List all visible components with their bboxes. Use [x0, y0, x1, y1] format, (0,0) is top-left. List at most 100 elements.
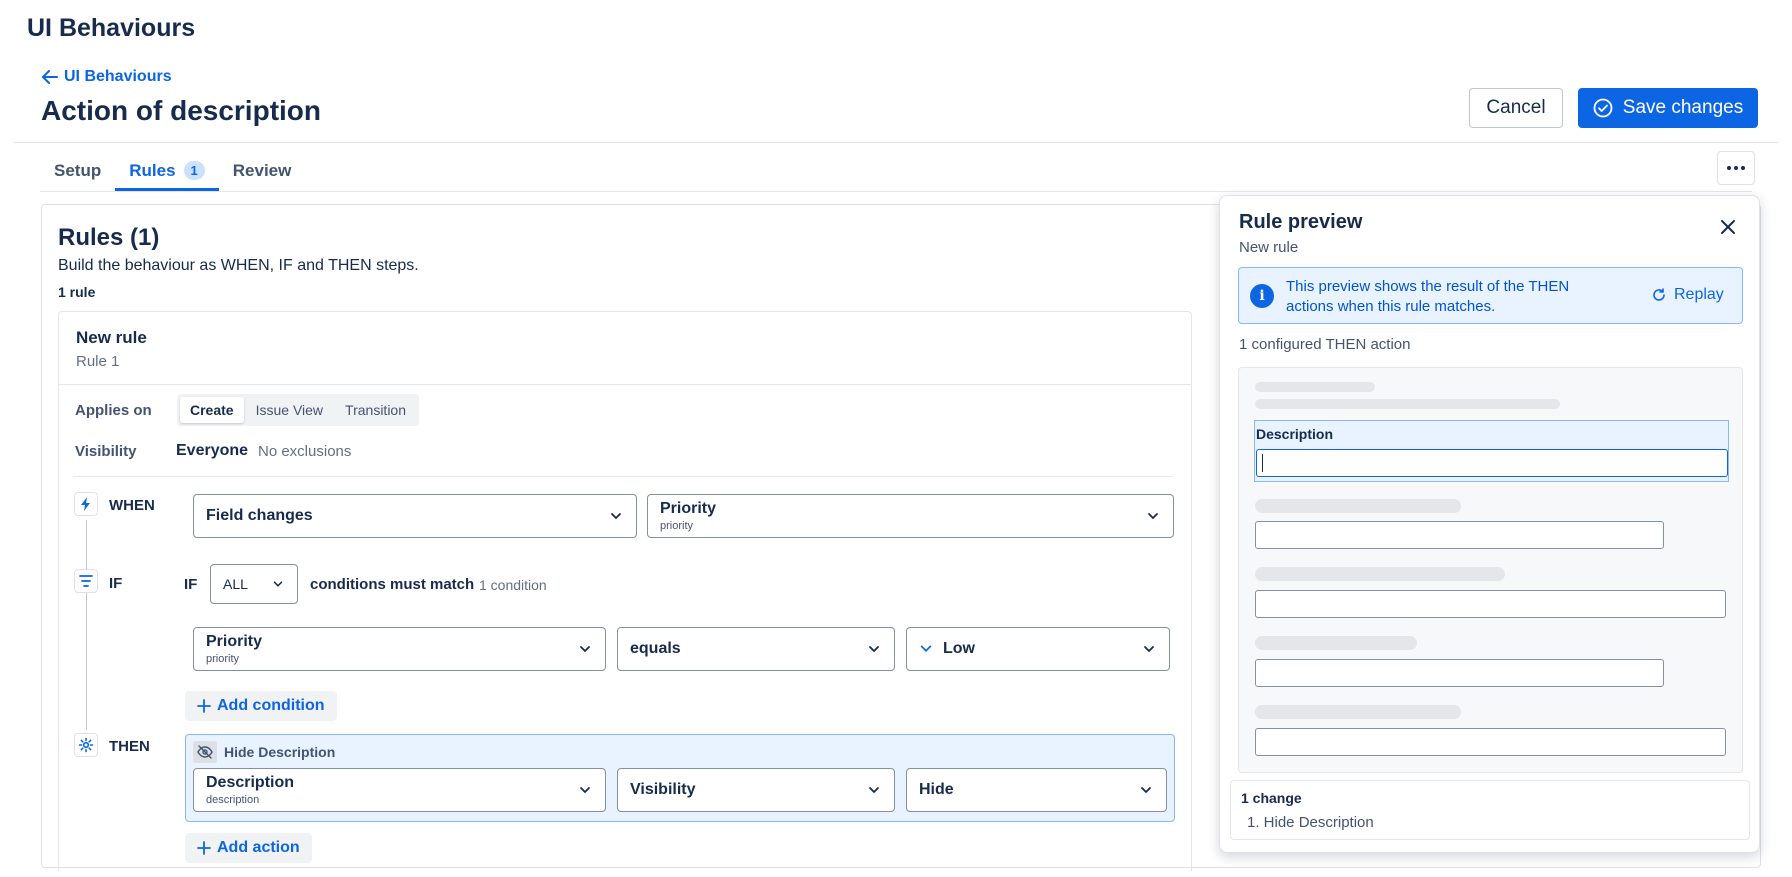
condition-field-name: Priority — [206, 633, 263, 650]
match-mode-value: ALL — [223, 576, 248, 592]
preview-description-label: Description — [1256, 426, 1334, 442]
condition-value-select[interactable]: Low — [906, 627, 1170, 671]
then-label: THEN — [109, 738, 150, 755]
tab-label: Review — [232, 160, 292, 180]
back-link[interactable]: UI Behaviours — [42, 68, 172, 86]
action-property-select[interactable]: Visibility — [617, 768, 895, 812]
more-horizontal-icon — [1727, 166, 1745, 170]
preview-subtitle: New rule — [1239, 239, 1299, 256]
skeleton-field — [1255, 728, 1726, 756]
match-text: conditions must match — [310, 576, 475, 593]
check-circle-icon — [1593, 98, 1613, 118]
changes-title: 1 change — [1241, 790, 1302, 806]
when-trigger-select[interactable]: Field changes — [193, 494, 637, 538]
preview-title: Rule preview — [1239, 211, 1363, 233]
tab-label: Rules — [129, 160, 176, 180]
changes-summary — [1230, 780, 1750, 840]
chevron-down-icon — [1141, 787, 1151, 794]
applies-on-create[interactable]: Create — [180, 397, 244, 423]
chevron-down-icon — [869, 787, 879, 794]
skeleton-field — [1255, 659, 1664, 687]
when-field-select[interactable]: Priority priority — [647, 494, 1174, 538]
condition-field-select[interactable]: Priority priority — [193, 627, 606, 671]
visibility-value[interactable]: Everyone — [176, 442, 248, 460]
tab-review[interactable]: Review — [219, 150, 306, 191]
info-icon: i — [1250, 284, 1274, 308]
close-icon[interactable] — [1718, 217, 1738, 237]
skeleton-line — [1255, 382, 1375, 392]
chevron-down-icon — [580, 646, 590, 653]
skeleton-field — [1255, 590, 1726, 618]
if-prefix: IF — [184, 576, 198, 593]
cancel-button[interactable]: Cancel — [1469, 88, 1563, 128]
applies-on-segmented-control: Create Issue View Transition — [177, 394, 419, 426]
lightning-icon — [81, 497, 90, 511]
tab-bar: Setup Rules 1 Review — [40, 150, 305, 191]
eye-off-icon — [193, 741, 217, 763]
rules-title: Rules (1) — [58, 224, 160, 251]
preview-description-input[interactable] — [1256, 449, 1728, 477]
skeleton-label — [1255, 636, 1417, 650]
when-field-name: Priority — [660, 500, 717, 517]
tab-setup[interactable]: Setup — [40, 150, 115, 191]
back-link-label: UI Behaviours — [64, 68, 172, 85]
skeleton-label — [1255, 499, 1461, 513]
visibility-label: Visibility — [75, 443, 137, 460]
header-divider — [14, 142, 1778, 143]
add-action-button[interactable]: Add action — [185, 833, 312, 863]
condition-operator-select[interactable]: equals — [617, 627, 895, 671]
when-step-icon — [74, 492, 98, 516]
chevron-down-icon — [1144, 646, 1154, 653]
condition-count: 1 condition — [479, 577, 547, 593]
chevron-down-icon — [869, 646, 879, 653]
when-label: WHEN — [109, 497, 155, 514]
skeleton-line — [1255, 399, 1560, 409]
more-actions-button[interactable] — [1717, 151, 1755, 185]
step-timeline — [86, 520, 87, 730]
action-field-key: description — [206, 794, 260, 806]
tab-rules[interactable]: Rules 1 — [115, 150, 219, 191]
action-field-select[interactable]: Description description — [193, 768, 606, 812]
rule-name: New rule — [76, 328, 147, 347]
condition-operator-value: equals — [630, 640, 681, 657]
save-changes-button[interactable]: Save changes — [1578, 88, 1758, 128]
add-condition-button[interactable]: Add condition — [185, 691, 337, 721]
applies-on-transition[interactable]: Transition — [335, 397, 416, 423]
action-value-select[interactable]: Hide — [906, 768, 1167, 812]
changes-item: 1. Hide Description — [1247, 814, 1374, 831]
tab-count-badge: 1 — [183, 161, 205, 180]
configured-count: 1 configured THEN action — [1239, 336, 1411, 353]
rules-subtitle: Build the behaviour as WHEN, IF and THEN… — [58, 257, 419, 274]
page-title: Action of description — [41, 95, 321, 126]
action-field-name: Description — [206, 774, 295, 791]
replay-button[interactable]: Replay — [1652, 286, 1724, 304]
match-mode-select[interactable]: ALL — [210, 564, 298, 604]
tabs-divider — [40, 191, 1752, 192]
then-action-header: Hide Description — [193, 741, 335, 763]
when-trigger-value: Field changes — [206, 507, 313, 524]
rule-divider — [59, 384, 1191, 385]
if-label: IF — [109, 575, 123, 592]
applies-on-issue-view[interactable]: Issue View — [246, 397, 333, 423]
action-property-value: Visibility — [630, 781, 696, 798]
skeleton-field — [1255, 521, 1664, 549]
text-caret — [1262, 454, 1263, 472]
plus-icon — [197, 841, 211, 855]
then-action-title: Hide Description — [224, 744, 336, 760]
when-field-key: priority — [660, 520, 694, 532]
save-changes-label: Save changes — [1622, 97, 1744, 118]
if-step-icon — [74, 569, 98, 593]
refresh-icon — [1653, 288, 1665, 301]
add-condition-label: Add condition — [217, 697, 325, 714]
rules-count: 1 rule — [58, 284, 96, 300]
rule-number: Rule 1 — [76, 353, 120, 370]
tab-label: Setup — [54, 160, 102, 180]
preview-info-text: This preview shows the result of the THE… — [1286, 278, 1570, 315]
gear-icon — [78, 737, 94, 753]
arrow-left-icon — [42, 70, 58, 84]
condition-field-key: priority — [206, 653, 240, 665]
filter-icon — [79, 575, 93, 587]
condition-value: Low — [943, 640, 975, 657]
chevron-down-icon — [611, 513, 621, 520]
skeleton-label — [1255, 567, 1505, 581]
